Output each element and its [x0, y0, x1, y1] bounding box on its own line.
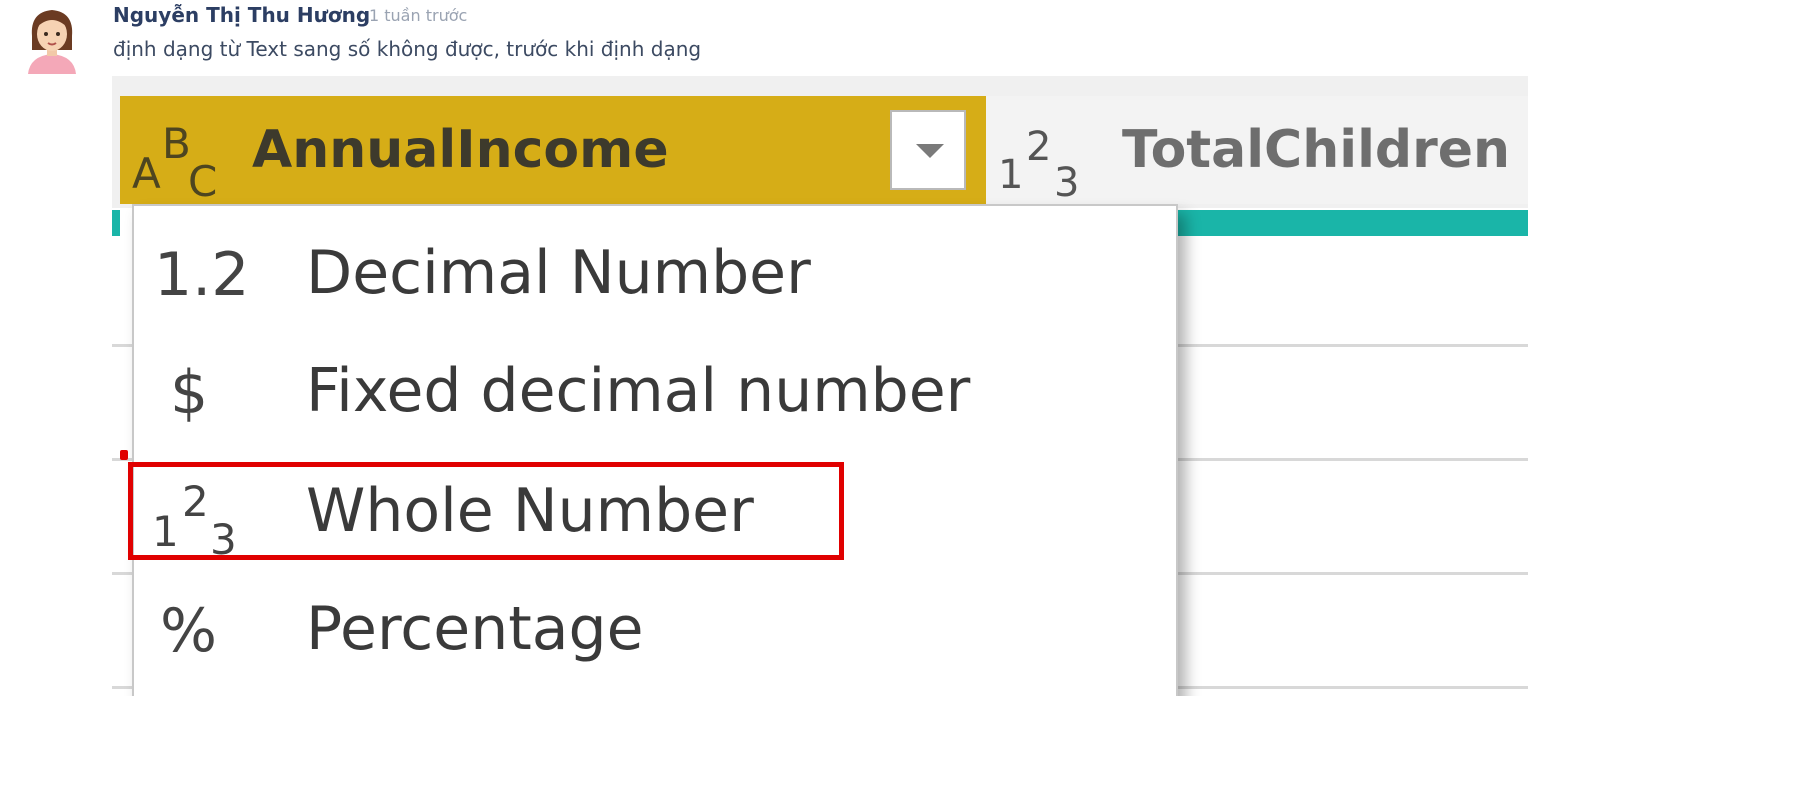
- user-avatar[interactable]: [22, 6, 82, 74]
- svg-text:A: A: [132, 149, 161, 198]
- dollar-icon: $: [148, 330, 258, 446]
- svg-text:2: 2: [1026, 124, 1051, 170]
- menu-item-label: Decimal Number: [306, 238, 811, 308]
- column-quality-bar: [1162, 210, 1528, 236]
- column-quality-bar: [112, 210, 120, 236]
- type-dropdown-button[interactable]: [890, 110, 966, 190]
- decimal-icon-glyph: 1.2: [154, 240, 250, 310]
- annotation-highlight-box: [128, 462, 844, 560]
- percent-icon: %: [148, 568, 258, 684]
- column-name: TotalChildren: [1122, 120, 1511, 180]
- attached-screenshot: A B C AnnualIncome 1 2 3 TotalChildren 1…: [112, 76, 1528, 696]
- svg-text:1: 1: [998, 152, 1023, 198]
- data-type-menu: 1.2 Decimal Number $ Fixed decimal numbe…: [132, 204, 1178, 696]
- comment-text: định dạng từ Text sang số không được, tr…: [113, 37, 702, 61]
- menu-item-label: Percentage: [306, 594, 644, 664]
- 123-whole-number-type-icon[interactable]: 1 2 3: [998, 110, 1090, 206]
- dollar-icon-glyph: $: [170, 358, 209, 428]
- percent-icon-glyph: %: [160, 596, 218, 666]
- svg-text:B: B: [162, 119, 191, 168]
- comment-time: 1 tuần trước: [369, 6, 468, 25]
- menu-item-decimal-number[interactable]: 1.2 Decimal Number: [134, 212, 1176, 328]
- comment-author[interactable]: Nguyễn Thị Thu Hương: [113, 3, 370, 27]
- svg-text:C: C: [188, 157, 217, 200]
- menu-item-percentage[interactable]: % Percentage: [134, 568, 1176, 684]
- decimal-icon: 1.2: [148, 212, 258, 328]
- column-name: AnnualIncome: [252, 120, 669, 180]
- chevron-down-icon: [916, 144, 944, 158]
- svg-text:3: 3: [1054, 160, 1079, 200]
- menu-item-fixed-decimal-number[interactable]: $ Fixed decimal number: [134, 330, 1176, 446]
- abc-text-type-icon[interactable]: A B C: [132, 108, 222, 206]
- menu-item-label: Fixed decimal number: [306, 356, 971, 426]
- annotation-dot: [120, 450, 128, 460]
